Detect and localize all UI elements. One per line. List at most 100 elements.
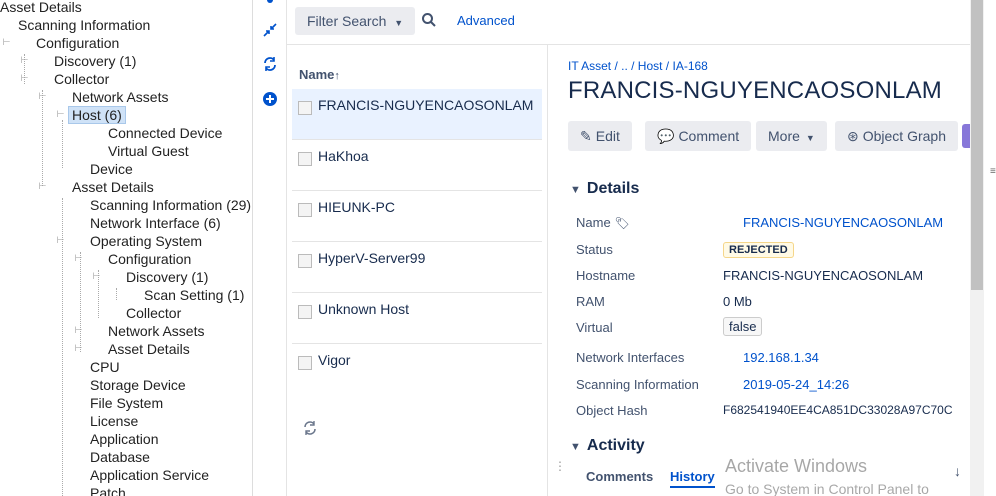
tree-item-file-system[interactable]: File System — [90, 394, 163, 412]
sort-ascending-icon: ↑ — [334, 70, 340, 82]
tree-item-virtual-guest[interactable]: Virtual Guest — [108, 142, 189, 160]
tree-item-license[interactable]: License — [90, 412, 138, 430]
graph-icon: ⊛ — [847, 128, 859, 144]
tree-expander-icon[interactable]: ⊢ — [38, 182, 47, 191]
tree-expander-icon[interactable]: ⊢ — [74, 254, 83, 263]
tree-item-host[interactable]: ⊢ Host (6) — [56, 106, 126, 124]
broken-image-icon — [298, 305, 312, 319]
list-item[interactable]: HIEUNK-PC — [292, 191, 542, 242]
tree-expander-icon[interactable]: ⊢ — [56, 236, 65, 245]
expand-icon[interactable] — [262, 0, 278, 8]
reload-list-icon[interactable] — [302, 420, 318, 441]
page-scrollbar[interactable] — [970, 0, 984, 496]
sort-down-icon[interactable]: ↓ — [954, 463, 961, 479]
tree-item-database[interactable]: Database — [90, 448, 150, 466]
status-value: REJECTED — [723, 241, 794, 258]
virtual-value: false — [723, 317, 763, 336]
scrollbar-thumb[interactable] — [971, 0, 983, 290]
tag-icon: 🏷 — [614, 216, 630, 230]
tree-toolbar — [253, 0, 287, 496]
tree-item-network-interface[interactable]: Network Interface (6) — [90, 214, 221, 232]
list-item[interactable]: Vigor — [292, 344, 542, 395]
tree-item-scanning-information-2[interactable]: Scanning Information (29) — [90, 196, 251, 214]
tab-comments[interactable]: Comments — [586, 469, 653, 484]
add-icon[interactable] — [262, 91, 278, 107]
tree-expander-icon[interactable]: ⊢ — [74, 326, 83, 335]
name-value[interactable]: FRANCIS-NGUYENCAOSONLAM — [743, 215, 943, 230]
tree-item-discovery-2[interactable]: ⊢ Discovery (1) — [92, 268, 209, 286]
network-interfaces-value[interactable]: 192.168.1.34 — [743, 350, 819, 365]
breadcrumb[interactable]: IT Asset / .. / Host / IA-168 — [568, 59, 708, 73]
tab-history[interactable]: History — [670, 469, 715, 488]
asset-tree: Asset Details Scanning Information ⊢ Conf… — [0, 0, 253, 496]
tree-item-network-assets-2[interactable]: ⊢ Network Assets — [74, 322, 205, 340]
page-title: FRANCIS-NGUYENCAOSONLAM — [568, 77, 942, 104]
tree-expander-icon[interactable]: ⊢ — [92, 272, 101, 281]
ram-label: RAM — [576, 294, 605, 309]
broken-image-icon — [298, 254, 312, 268]
tree-expander-icon[interactable]: ⊢ — [38, 92, 47, 101]
virtual-label: Virtual — [576, 320, 613, 335]
tree-item-discovery[interactable]: ⊢ Discovery (1) — [20, 52, 137, 70]
list-item[interactable]: HyperV-Server99 — [292, 242, 542, 293]
tree-item-asset-details-3[interactable]: ⊢ Asset Details — [74, 340, 190, 358]
tree-item-configuration-2[interactable]: ⊢ Configuration — [74, 250, 192, 268]
status-badge: REJECTED — [723, 242, 794, 258]
collapse-icon[interactable] — [262, 22, 278, 38]
tree-item-device[interactable]: Device — [90, 160, 133, 178]
tree-expander-icon[interactable]: ⊢ — [56, 110, 65, 119]
comment-button[interactable]: 💬 Comment — [645, 121, 752, 151]
tree-item-collector[interactable]: ⊢ Collector — [20, 70, 110, 88]
details-section-header[interactable]: ▼ Details — [570, 180, 639, 198]
tree-item-scan-setting[interactable]: Scan Setting (1) — [144, 286, 244, 304]
network-interfaces-label: Network Interfaces — [576, 350, 685, 365]
search-icon[interactable] — [421, 12, 437, 28]
tree-item-patch[interactable]: Patch — [90, 484, 126, 496]
comment-icon: 💬 — [657, 128, 675, 144]
tree-item-asset-details[interactable]: Asset Details — [0, 0, 82, 16]
tree-expander-icon[interactable]: ⊢ — [20, 74, 29, 83]
broken-image-icon — [298, 101, 312, 115]
tree-expander-icon[interactable]: ⊢ — [2, 38, 11, 47]
filter-search-dropdown[interactable]: Filter Search ▼ — [295, 7, 416, 35]
purple-action-button[interactable] — [962, 124, 970, 148]
tree-item-asset-details-2[interactable]: ⊢ Asset Details — [38, 178, 154, 196]
tree-expander-icon[interactable]: ⊢ — [20, 56, 29, 65]
broken-image-icon — [298, 203, 312, 217]
tree-item-operating-system[interactable]: ⊢ Operating System — [56, 232, 202, 250]
tree-item-scanning-information[interactable]: Scanning Information — [18, 16, 150, 34]
advanced-search-link[interactable]: Advanced — [457, 13, 515, 28]
broken-image-icon — [298, 356, 312, 370]
activity-section-header[interactable]: ▼ Activity — [570, 437, 645, 455]
tree-item-cpu[interactable]: CPU — [90, 358, 120, 376]
status-label: Status — [576, 242, 613, 257]
broken-image-icon — [298, 152, 312, 166]
list-item[interactable]: FRANCIS-NGUYENCAOSONLAM — [292, 89, 542, 140]
tree-item-storage-device[interactable]: Storage Device — [90, 376, 186, 394]
scanning-information-value[interactable]: 2019-05-24_14:26 — [743, 377, 849, 392]
resize-grip-icon[interactable]: ≡ — [990, 166, 996, 177]
tree-item-network-assets[interactable]: ⊢ Network Assets — [38, 88, 169, 106]
tree-item-connected-device[interactable]: Connected Device — [108, 124, 222, 142]
object-hash-label: Object Hash — [576, 403, 648, 418]
edit-button[interactable]: ✎ Edit — [568, 121, 632, 151]
object-graph-button[interactable]: ⊛ Object Graph — [835, 121, 958, 151]
chevron-down-icon: ▼ — [570, 184, 581, 196]
chevron-down-icon: ▼ — [570, 441, 581, 453]
list-item[interactable]: Unknown Host — [292, 293, 542, 344]
tree-expander-icon[interactable]: ⊢ — [74, 344, 83, 353]
result-list: Name↑ FRANCIS-NGUYENCAOSONLAM HaKhoa HIE… — [287, 44, 548, 496]
tree-item-application[interactable]: Application — [90, 430, 159, 448]
name-label: Name 🏷 — [576, 215, 630, 230]
drag-handle-icon[interactable]: ⋮ — [554, 459, 566, 473]
chevron-down-icon: ▼ — [805, 133, 815, 143]
tree-item-collector-2[interactable]: Collector — [126, 304, 181, 322]
tree-item-application-service[interactable]: Application Service — [90, 466, 209, 484]
more-button[interactable]: More ▼ — [756, 121, 827, 151]
list-item[interactable]: HaKhoa — [292, 140, 542, 191]
right-edge — [984, 0, 996, 496]
name-column-header[interactable]: Name↑ — [299, 67, 340, 82]
refresh-icon[interactable] — [262, 56, 278, 72]
pencil-icon: ✎ — [580, 128, 592, 144]
tree-item-configuration[interactable]: ⊢ Configuration — [2, 34, 120, 52]
